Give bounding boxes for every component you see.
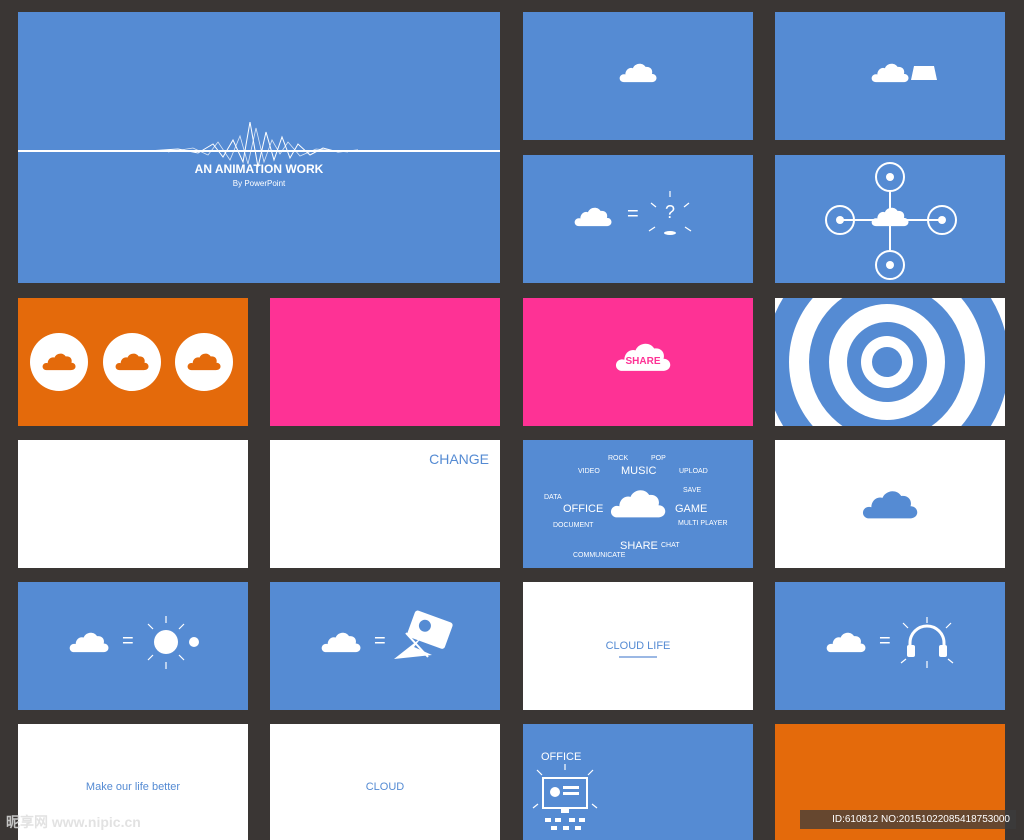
equals-sign: =: [879, 630, 891, 652]
word-rock: ROCK: [608, 455, 629, 462]
cloud-character-3: [175, 333, 233, 391]
cloud-icon: [69, 630, 109, 653]
question-mark: ?: [665, 202, 676, 222]
word-chat: CHAT: [661, 542, 680, 549]
cloud-characters-slide[interactable]: [18, 298, 248, 426]
cloud-sun-slide[interactable]: =: [18, 582, 248, 710]
word-document: DOCUMENT: [553, 522, 594, 529]
watermark-id: ID:610812 NO:20151022085418753000: [800, 810, 1016, 829]
change-slide[interactable]: CHANGE: [270, 440, 500, 568]
sun-icon: [147, 616, 199, 669]
share-slide[interactable]: SHARE: [523, 298, 753, 426]
decorative-subline: [619, 656, 657, 658]
equals-sign: =: [374, 630, 386, 652]
cloud-slide[interactable]: [523, 12, 753, 140]
cloud-text: CLOUD: [365, 781, 405, 793]
life-better-text: Make our life better: [85, 781, 181, 793]
cloud-photo-slide[interactable]: =: [270, 582, 500, 710]
cloud-icon: [826, 630, 866, 653]
cloud-headphones-slide[interactable]: =: [775, 582, 1005, 710]
cloud-character-2: [103, 333, 161, 391]
cloud-icon: [862, 487, 918, 520]
cloud-network-slide[interactable]: [775, 155, 1005, 283]
photo-icon: [394, 610, 453, 659]
change-label: CHANGE: [429, 451, 489, 467]
cloud-icon: [115, 351, 149, 371]
slide-title: AN ANIMATION WORK: [194, 162, 324, 176]
cloud-life-title: CLOUD LIFE: [605, 640, 671, 652]
word-data: DATA: [544, 494, 562, 501]
word-video: VIDEO: [578, 468, 600, 475]
blue-cloud-slide[interactable]: [775, 440, 1005, 568]
cloud-text-slide[interactable]: CLOUD: [270, 724, 500, 840]
office-slide[interactable]: OFFICE: [523, 724, 753, 840]
word-cloud-slide[interactable]: ROCK POP VIDEO MUSIC UPLOAD SAVE DATA OF…: [523, 440, 753, 568]
target-slide[interactable]: [775, 298, 1005, 426]
cloud-life-slide[interactable]: CLOUD LIFE: [523, 582, 753, 710]
blank-white-slide[interactable]: [18, 440, 248, 568]
cloud-icon: [187, 351, 221, 371]
equals-sign: =: [627, 203, 639, 225]
title-slide[interactable]: AN ANIMATION WORK By PowerPoint: [18, 12, 500, 283]
word-share: SHARE: [620, 540, 658, 552]
monitor-icon: [532, 764, 598, 830]
word-communicate: COMMUNICATE: [573, 552, 626, 559]
watermark-logo: 昵享网 www.nipic.cn: [6, 814, 141, 830]
word-save: SAVE: [683, 487, 702, 494]
share-label: SHARE: [625, 356, 661, 367]
word-game: GAME: [675, 503, 708, 515]
cloud-icon: [610, 486, 666, 519]
word-office: OFFICE: [563, 503, 604, 515]
cloud-icon: [619, 61, 657, 83]
slide-subtitle: By PowerPoint: [232, 179, 286, 188]
headphones-icon: [900, 617, 954, 668]
cloud-icon: [42, 351, 76, 371]
word-music: MUSIC: [621, 465, 657, 477]
cloud-icon: [574, 205, 612, 227]
target-graphic: [775, 298, 1005, 426]
cloud-icon: [871, 205, 909, 227]
office-label: OFFICE: [541, 751, 582, 763]
word-upload: UPLOAD: [679, 468, 708, 475]
cloud-icon: [321, 630, 361, 653]
word-multi-player: MULTI PLAYER: [678, 520, 728, 527]
cloud-device-slide[interactable]: [775, 12, 1005, 140]
cloud-character-1: [30, 333, 88, 391]
word-pop: POP: [651, 455, 666, 462]
blank-pink-slide[interactable]: [270, 298, 500, 426]
equals-sign: =: [122, 630, 134, 652]
cloud-icon: [871, 61, 909, 83]
cloud-question-slide[interactable]: = ?: [523, 155, 753, 283]
laptop-icon: [911, 66, 937, 80]
